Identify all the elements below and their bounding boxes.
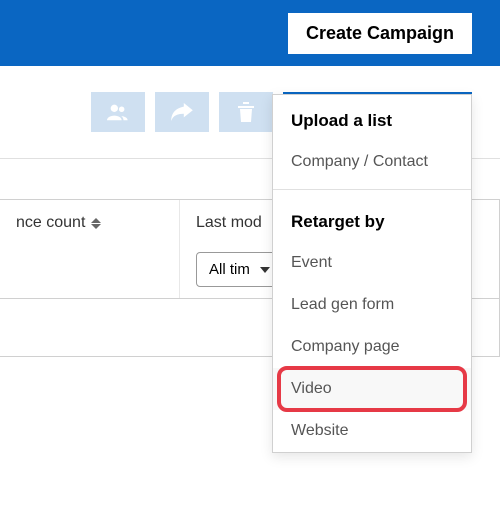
create-campaign-button[interactable]: Create Campaign: [288, 13, 472, 54]
sort-icon: [91, 218, 101, 229]
dropdown-item-website[interactable]: Website: [273, 410, 471, 452]
create-audience-dropdown: Upload a list Company / Contact Retarget…: [272, 94, 472, 453]
time-filter-select[interactable]: All tim: [196, 252, 281, 287]
dropdown-item-company-contact[interactable]: Company / Contact: [273, 141, 471, 183]
dropdown-item-event[interactable]: Event: [273, 242, 471, 284]
dropdown-item-video[interactable]: Video: [273, 368, 471, 410]
dropdown-item-lead-gen[interactable]: Lead gen form: [273, 284, 471, 326]
header-bar: Create Campaign: [0, 0, 500, 66]
dropdown-item-company-page[interactable]: Company page: [273, 326, 471, 368]
group-icon-button[interactable]: [91, 92, 145, 132]
dropdown-divider: [273, 189, 471, 190]
delete-icon-button[interactable]: [219, 92, 273, 132]
delete-icon: [237, 102, 255, 122]
group-icon: [107, 103, 129, 121]
share-icon: [171, 103, 193, 121]
share-icon-button[interactable]: [155, 92, 209, 132]
chevron-down-icon: [260, 267, 270, 273]
column-header-count[interactable]: nce count: [16, 214, 163, 232]
column-audience-count: nce count: [0, 200, 180, 298]
dropdown-section-upload: Upload a list: [273, 95, 471, 141]
dropdown-section-retarget: Retarget by: [273, 196, 471, 242]
